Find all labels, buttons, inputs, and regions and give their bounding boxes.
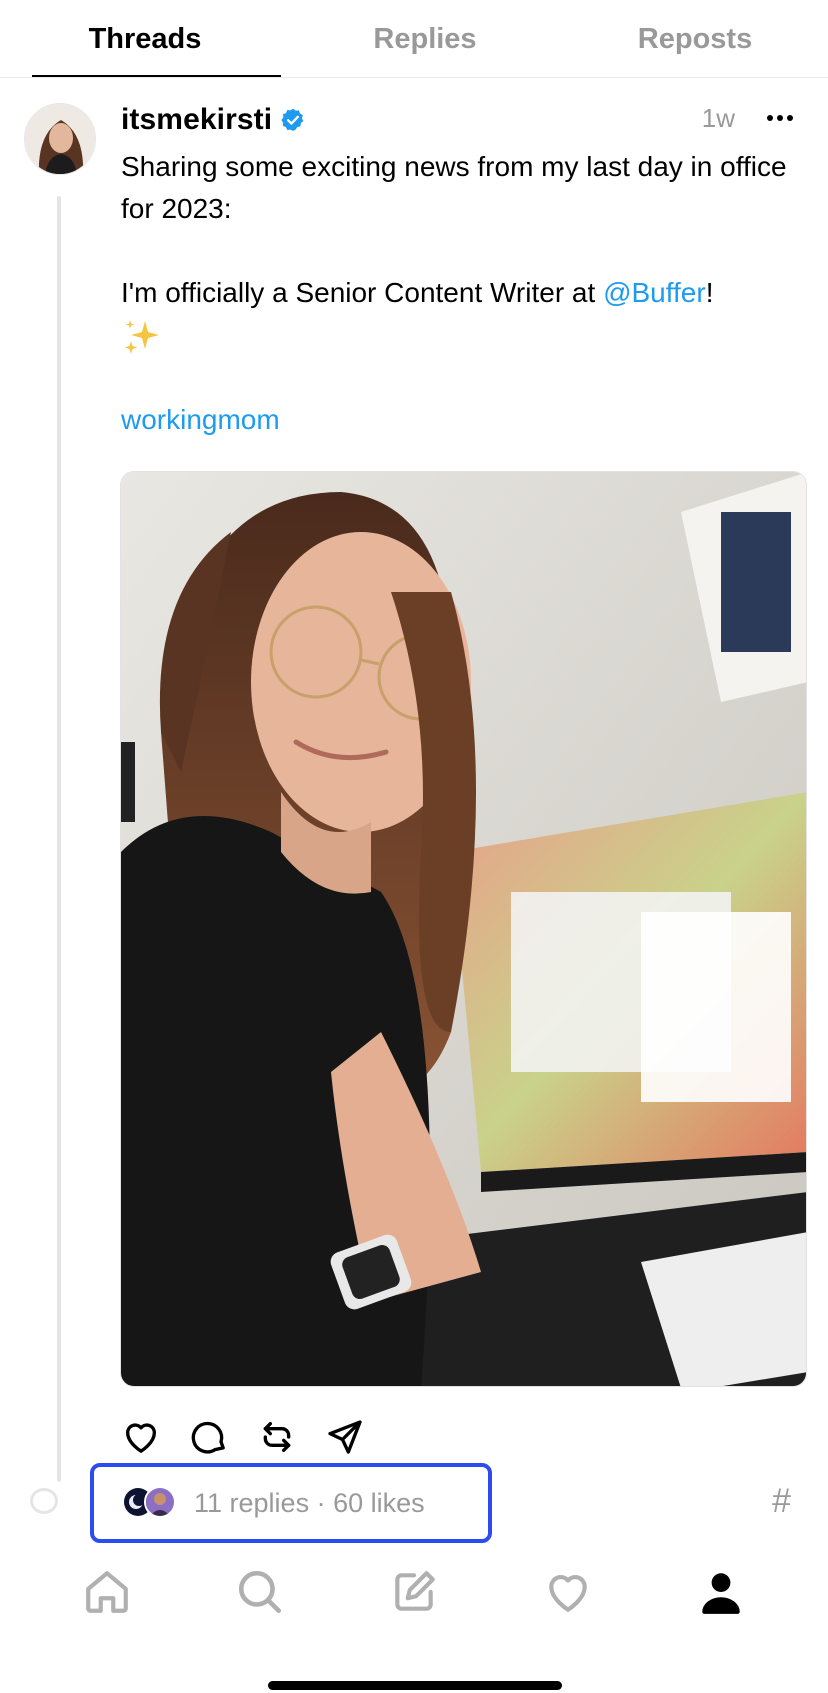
post-text-line1: Sharing some exciting news from my last … <box>121 151 787 224</box>
repost-icon[interactable] <box>256 1416 298 1458</box>
stats-text: 11 replies · 60 likes <box>194 1487 425 1518</box>
active-tab-indicator <box>32 75 281 77</box>
replies-count[interactable]: 11 replies <box>194 1488 309 1518</box>
reply-avatar-2 <box>144 1486 176 1518</box>
post-body: Sharing some exciting news from my last … <box>121 146 801 441</box>
author-avatar[interactable] <box>24 103 96 175</box>
mention-link[interactable]: @Buffer <box>603 277 706 308</box>
post-timestamp: 1w <box>701 103 735 133</box>
more-options-icon[interactable] <box>762 104 798 132</box>
hashtag-icon[interactable]: # <box>772 1482 791 1521</box>
thread-line <box>57 196 61 1482</box>
post-header: itsmekirsti <box>121 100 306 140</box>
new-post-icon[interactable] <box>385 1563 443 1621</box>
tab-replies[interactable]: Replies <box>300 0 550 78</box>
profile-icon[interactable] <box>692 1563 750 1621</box>
post-actions <box>120 1414 366 1460</box>
post-text-line2: I'm officially a Senior Content Writer a… <box>121 277 714 308</box>
share-send-icon[interactable] <box>324 1416 366 1458</box>
post-stats-highlight: 11 replies · 60 likes <box>90 1463 492 1543</box>
activity-heart-icon[interactable] <box>539 1563 597 1621</box>
tab-threads[interactable]: Threads <box>20 0 270 78</box>
profile-tabs: Threads Replies Reposts <box>0 0 828 78</box>
search-icon[interactable] <box>231 1563 289 1621</box>
like-heart-icon[interactable] <box>120 1416 162 1458</box>
verified-badge-icon <box>280 107 306 133</box>
author-username[interactable]: itsmekirsti <box>121 103 272 137</box>
post-photo[interactable] <box>120 471 807 1387</box>
thread-line-end <box>30 1488 58 1514</box>
reply-avatars <box>122 1486 182 1520</box>
threads-profile-screen: Threads Replies Reposts itsmekirsti 1w S… <box>0 0 828 1693</box>
emoji-line <box>121 314 801 357</box>
tab-reposts[interactable]: Reposts <box>570 0 820 78</box>
bottom-navigation <box>0 1555 828 1629</box>
reply-comment-icon[interactable] <box>188 1416 230 1458</box>
sparkles-emoji-icon <box>121 317 161 357</box>
home-icon[interactable] <box>78 1563 136 1621</box>
hashtag-link[interactable]: workingmom <box>121 404 280 435</box>
home-indicator[interactable] <box>268 1681 562 1690</box>
likes-count[interactable]: 60 likes <box>333 1488 425 1518</box>
